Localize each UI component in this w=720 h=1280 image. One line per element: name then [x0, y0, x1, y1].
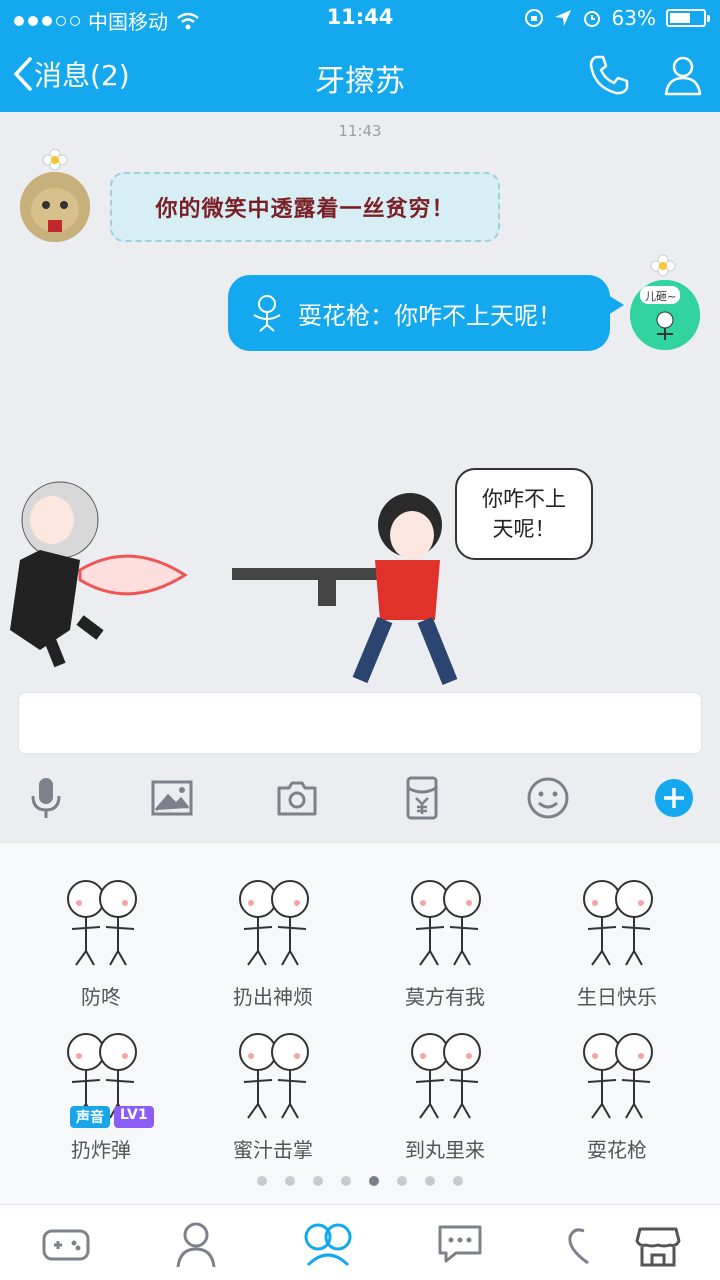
camera-icon[interactable] — [273, 774, 321, 822]
speech-line-2: 天呢！ — [492, 517, 556, 541]
page-indicator[interactable] — [0, 1176, 720, 1186]
flower-icon-2 — [650, 254, 676, 277]
shooting-character — [232, 493, 458, 685]
sticker-animation[interactable] — [0, 460, 720, 690]
speech-line-1: 你咋不上 — [482, 487, 566, 511]
phone-icon[interactable] — [586, 52, 632, 98]
page-dot[interactable] — [397, 1176, 407, 1186]
page-dot[interactable] — [369, 1176, 379, 1186]
top-bar: 中国移动 11:44 63% 消息(2) 牙擦苏 — [0, 0, 720, 112]
sticker-label: 到丸里来 — [405, 1138, 485, 1162]
rotation-lock-icon — [524, 9, 543, 27]
page-dot[interactable] — [453, 1176, 463, 1186]
message-input[interactable] — [18, 692, 702, 754]
alarm-icon — [583, 11, 600, 27]
sticker-label: 扔炸弹 — [71, 1138, 131, 1162]
page-dot[interactable] — [313, 1176, 323, 1186]
emoticon-icon[interactable] — [302, 1219, 354, 1271]
page-dot[interactable] — [341, 1176, 351, 1186]
sound-badge: 声音 — [70, 1106, 110, 1128]
sticker-label: 蜜汁击掌 — [233, 1138, 313, 1162]
sticker-item[interactable]: 莫方有我 — [360, 865, 530, 1015]
sticker-item[interactable]: 蜜汁击掌 — [188, 1018, 358, 1168]
sticker-item[interactable]: 扔炸弹 — [16, 1018, 186, 1168]
sticker-item[interactable]: 防咚 — [16, 865, 186, 1015]
sticker-figure-icon — [411, 1033, 481, 1119]
emoji-icon[interactable] — [524, 774, 572, 822]
sticker-item[interactable]: 耍花枪 — [532, 1018, 702, 1168]
sticker-badges: 声音 LV1 — [70, 1106, 154, 1128]
sticker-item[interactable]: 扔出神烦 — [188, 865, 358, 1015]
flower-icon — [42, 148, 68, 171]
message-bubble-sent[interactable]: 耍花枪：你咋不上天呢！ — [228, 275, 624, 351]
battery-percent: 63% — [611, 6, 656, 30]
sent-message-text: 耍花枪：你咋不上天呢！ — [298, 301, 562, 330]
plus-icon[interactable] — [650, 774, 698, 822]
game-icon[interactable] — [40, 1219, 92, 1271]
blast-effect — [78, 554, 188, 596]
sticker-figure-icon — [67, 880, 137, 966]
sticker-figure-icon — [583, 880, 653, 966]
navigation-bar: 消息(2) 牙擦苏 — [0, 40, 720, 110]
chat-bubble-icon[interactable] — [434, 1219, 486, 1271]
sticker-item[interactable]: 到丸里来 — [360, 1018, 530, 1168]
page-dot[interactable] — [425, 1176, 435, 1186]
location-icon — [554, 10, 571, 26]
message-bubble-received[interactable]: 你的微笑中透露着一丝贫穷！ — [110, 172, 500, 242]
message-timestamp: 11:43 — [338, 122, 382, 140]
sticker-figure-icon — [239, 1033, 309, 1119]
level-badge: LV1 — [114, 1106, 154, 1128]
sticker-label: 耍花枪 — [587, 1138, 647, 1162]
page-dot[interactable] — [257, 1176, 267, 1186]
hamster-avatar-icon — [20, 172, 90, 242]
sender-avatar[interactable] — [20, 172, 90, 242]
sticker-figure-icon — [239, 880, 309, 966]
red-packet-icon[interactable] — [398, 774, 446, 822]
sticker-item[interactable]: 生日快乐 — [532, 865, 702, 1015]
store-icon[interactable] — [632, 1219, 684, 1271]
bottom-bar — [0, 1204, 720, 1280]
sticker-figure-icon — [411, 880, 481, 966]
stick-figure-icon — [253, 295, 281, 332]
sticker-label: 莫方有我 — [405, 985, 485, 1009]
microphone-icon[interactable] — [22, 774, 70, 822]
sticker-label: 生日快乐 — [577, 985, 657, 1009]
page-dot[interactable] — [285, 1176, 295, 1186]
my-avatar[interactable]: 儿砸~ — [630, 280, 700, 350]
status-bar: 中国移动 11:44 63% — [0, 0, 720, 38]
speech-bubble: 你咋不上 天呢！ — [455, 468, 593, 560]
avatar-caption: 儿砸~ — [645, 290, 677, 303]
profile-icon[interactable] — [660, 52, 706, 98]
battery-icon — [666, 9, 710, 27]
image-icon[interactable] — [148, 774, 196, 822]
input-toolbar — [0, 770, 720, 830]
avatar-icon[interactable] — [170, 1219, 222, 1271]
sticker-figure-icon — [583, 1033, 653, 1119]
sticker-label: 防咚 — [81, 985, 121, 1009]
sticker-label: 扔出神烦 — [233, 985, 313, 1009]
heart-icon[interactable] — [562, 1219, 614, 1271]
